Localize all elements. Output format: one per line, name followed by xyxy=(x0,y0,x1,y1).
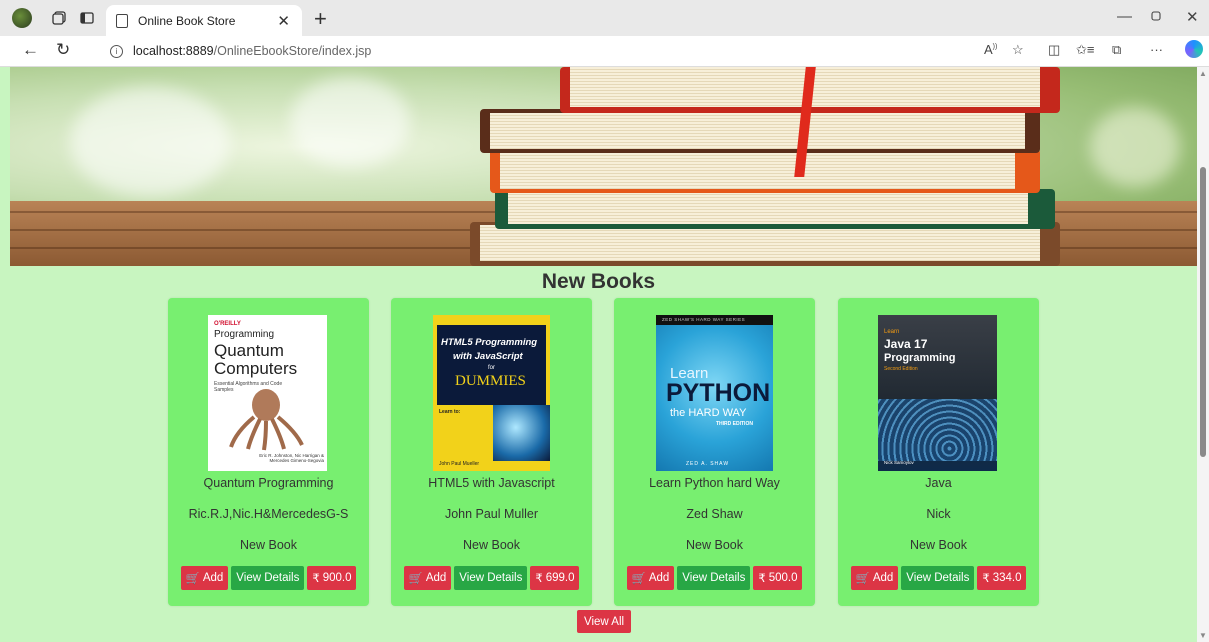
rupee-icon: ₹ xyxy=(982,573,990,585)
browser-titlebar: Online Book Store ✕ + — ✕ xyxy=(0,0,1209,36)
rupee-icon: ₹ xyxy=(758,573,766,585)
book-category: New Book xyxy=(463,538,520,552)
profile-avatar[interactable] xyxy=(12,8,32,28)
book-title: Learn Python hard Way xyxy=(649,476,780,490)
view-details-button[interactable]: View Details xyxy=(454,566,528,590)
add-to-cart-button[interactable]: 🛒 Add xyxy=(626,566,675,590)
book-card: Learn Java 17 Programming Second Edition… xyxy=(838,298,1039,606)
minimize-icon[interactable]: — xyxy=(1117,8,1132,25)
card-actions: 🛒 Add View Details ₹334.0 xyxy=(838,566,1039,590)
add-to-cart-button[interactable]: 🛒 Add xyxy=(403,566,452,590)
more-options-icon[interactable]: ··· xyxy=(1150,42,1163,57)
hero-banner-image xyxy=(10,67,1197,266)
view-details-button[interactable]: View Details xyxy=(901,566,975,590)
rupee-icon: ₹ xyxy=(312,573,320,585)
card-actions: 🛒 Add View Details ₹900.0 xyxy=(168,566,369,590)
book-card: HTML5 Programming with JavaScript for DU… xyxy=(391,298,592,606)
book-author: Nick xyxy=(926,507,951,521)
price-button[interactable]: ₹500.0 xyxy=(753,566,803,590)
book-cover-image[interactable]: HTML5 Programming with JavaScript for DU… xyxy=(433,315,550,471)
cart-icon: 🛒 xyxy=(631,573,646,585)
add-to-cart-button[interactable]: 🛒 Add xyxy=(850,566,899,590)
url-input[interactable]: i localhost:8889/OnlineEbookStore/index.… xyxy=(88,39,1012,63)
book-author: Zed Shaw xyxy=(686,507,743,521)
scroll-thumb[interactable] xyxy=(1200,167,1206,457)
cart-icon: 🛒 xyxy=(855,573,870,585)
view-all-button[interactable]: View All xyxy=(577,610,632,633)
page-icon xyxy=(116,13,128,28)
view-details-button[interactable]: View Details xyxy=(231,566,305,590)
vertical-scrollbar[interactable]: ▲ ▼ xyxy=(1197,67,1209,642)
book-title: Quantum Programming xyxy=(203,476,334,490)
book-title: HTML5 with Javascript xyxy=(428,476,555,490)
cart-icon: 🛒 xyxy=(408,573,423,585)
book-title: Java xyxy=(925,476,952,490)
address-bar-row: ← ↻ i localhost:8889/OnlineEbookStore/in… xyxy=(0,36,1209,67)
card-actions: 🛒 Add View Details ₹500.0 xyxy=(614,566,815,590)
collections-icon[interactable]: ⧉ xyxy=(1112,42,1121,58)
workspaces-icon[interactable] xyxy=(50,9,68,27)
close-icon[interactable]: ✕ xyxy=(277,12,290,30)
book-category: New Book xyxy=(240,538,297,552)
url-text: localhost:8889/OnlineEbookStore/index.js… xyxy=(133,44,372,58)
section-title: New Books xyxy=(541,270,656,293)
read-aloud-icon[interactable]: A)) xyxy=(984,42,997,57)
book-cover-image[interactable]: ZED SHAW'S HARD WAY SERIES Learn PYTHON … xyxy=(656,315,773,471)
new-tab-button[interactable]: + xyxy=(314,6,327,32)
book-card: O'REILLY Programming Quantum Computers E… xyxy=(168,298,369,606)
copilot-icon[interactable] xyxy=(1185,40,1203,58)
favorite-star-icon[interactable]: ☆ xyxy=(1012,42,1024,58)
info-icon[interactable]: i xyxy=(110,44,123,58)
book-cover-image[interactable]: O'REILLY Programming Quantum Computers E… xyxy=(208,315,327,471)
cart-icon: 🛒 xyxy=(185,573,200,585)
browser-tab[interactable]: Online Book Store ✕ xyxy=(106,5,302,36)
vertical-tabs-icon[interactable] xyxy=(78,9,96,27)
close-window-icon[interactable]: ✕ xyxy=(1186,8,1199,26)
split-screen-icon[interactable]: ◫ xyxy=(1048,42,1060,58)
add-to-cart-button[interactable]: 🛒 Add xyxy=(180,566,229,590)
page-viewport: New Books O'REILLY Programming Quantum C… xyxy=(0,67,1197,642)
refresh-icon[interactable]: ↻ xyxy=(56,40,70,60)
scroll-up-icon[interactable]: ▲ xyxy=(1199,69,1207,78)
book-card: ZED SHAW'S HARD WAY SERIES Learn PYTHON … xyxy=(614,298,815,606)
price-button[interactable]: ₹334.0 xyxy=(977,566,1027,590)
price-button[interactable]: ₹900.0 xyxy=(307,566,357,590)
card-actions: 🛒 Add View Details ₹699.0 xyxy=(391,566,592,590)
favorites-icon[interactable]: ✩≡ xyxy=(1076,42,1094,58)
book-author: John Paul Muller xyxy=(444,507,539,521)
scroll-down-icon[interactable]: ▼ xyxy=(1199,631,1207,640)
book-cover-image[interactable]: Learn Java 17 Programming Second Edition… xyxy=(878,315,997,471)
book-category: New Book xyxy=(686,538,743,552)
restore-icon[interactable] xyxy=(1151,8,1162,25)
book-author: Ric.R.J,Nic.H&MercedesG-S xyxy=(188,507,349,521)
back-icon[interactable]: ← xyxy=(22,40,39,60)
view-details-button[interactable]: View Details xyxy=(677,566,751,590)
rupee-icon: ₹ xyxy=(535,573,543,585)
price-button[interactable]: ₹699.0 xyxy=(530,566,580,590)
book-category: New Book xyxy=(910,538,967,552)
tab-title: Online Book Store xyxy=(138,13,236,28)
